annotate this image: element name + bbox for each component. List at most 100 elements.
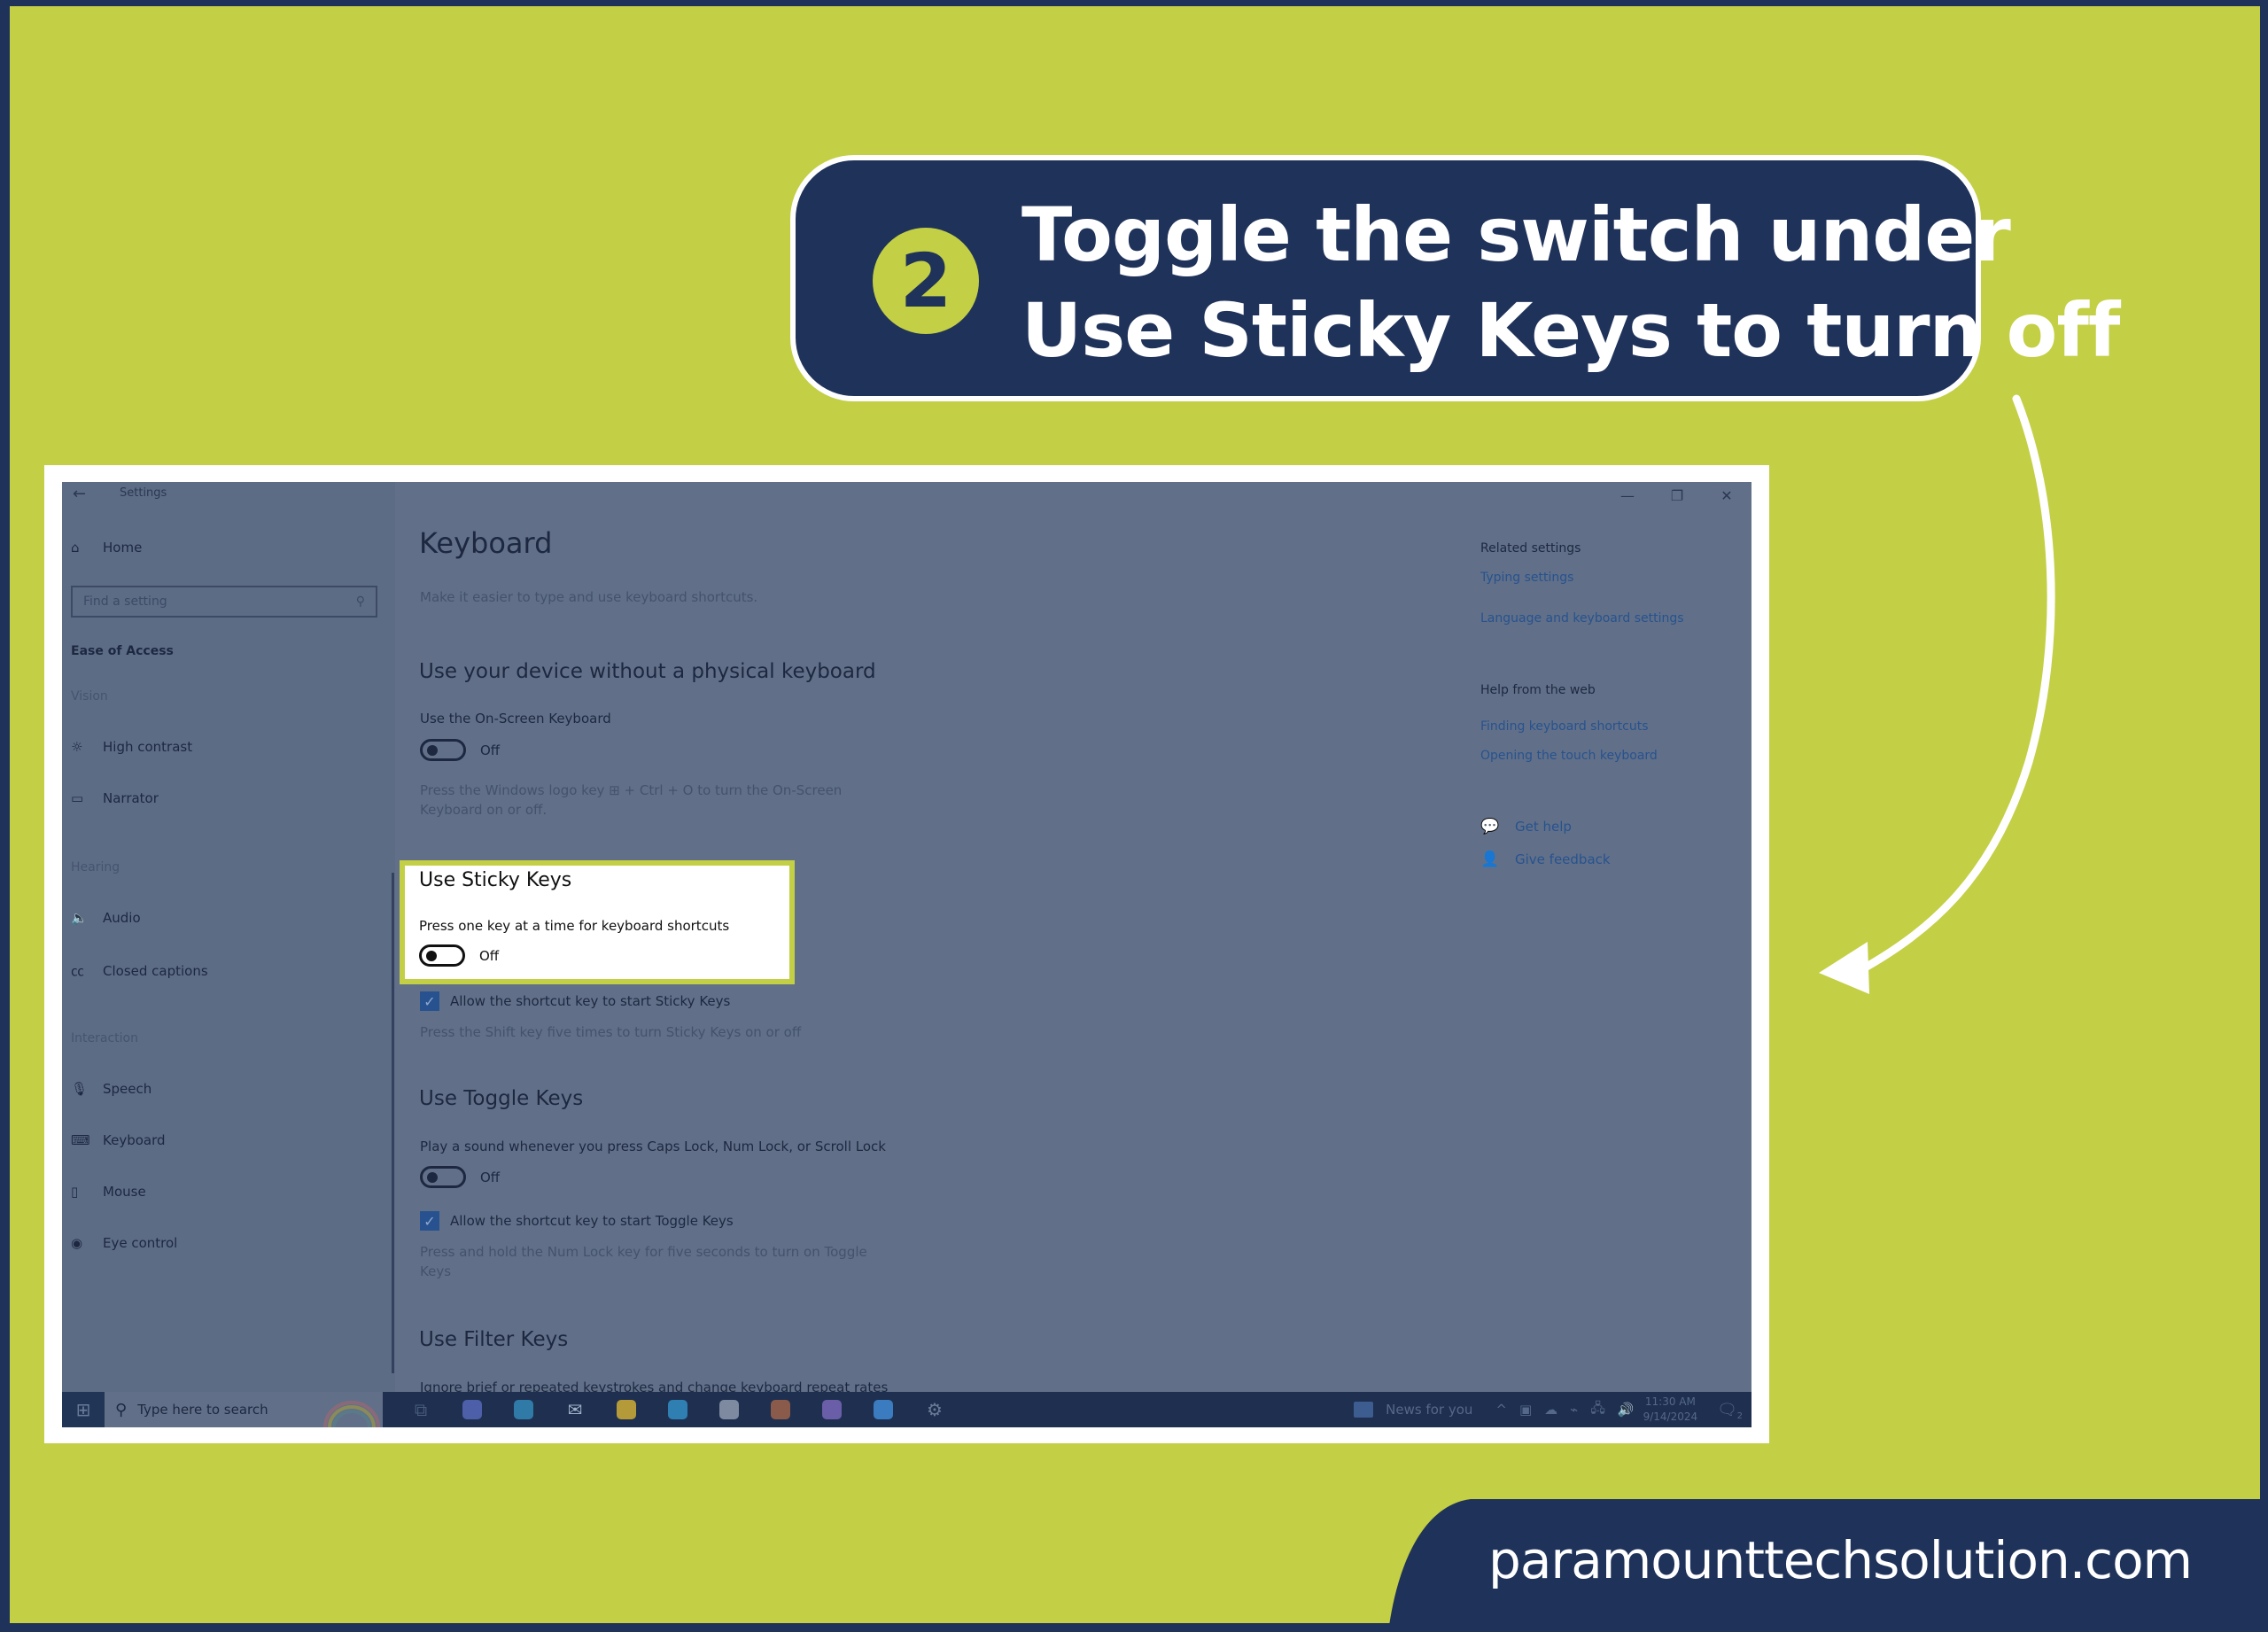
sidebar-item-eye-control[interactable]: ◉ Eye control — [71, 1235, 177, 1251]
osk-toggle-switch[interactable] — [420, 739, 466, 761]
taskbar-app-mail[interactable]: ✉ — [549, 1392, 601, 1427]
taskbar-app-file-explorer[interactable] — [601, 1392, 652, 1427]
taskbar-app-task-view[interactable]: ⧉ — [395, 1392, 447, 1427]
eye-control-icon: ◉ — [71, 1235, 83, 1251]
group-heading-interaction: Interaction — [71, 1031, 138, 1045]
sidebar-item-label: Speech — [103, 1081, 152, 1097]
give-feedback-link[interactable]: 👤 Give feedback — [1480, 851, 1611, 868]
osk-help-text: Press the Windows logo key ⊞ + Ctrl + O … — [420, 782, 843, 818]
arrow-head-icon — [1819, 942, 1869, 994]
instruction-callout: 2 Toggle the switch under Use Sticky Key… — [790, 155, 2120, 401]
finding-shortcuts-link[interactable]: Finding keyboard shortcuts — [1480, 719, 1649, 734]
typing-settings-link[interactable]: Typing settings — [1480, 571, 1573, 585]
taskbar-app-app-brain[interactable] — [703, 1392, 755, 1427]
sticky-help-text: Press the Shift key five times to turn S… — [420, 1024, 802, 1040]
search-icon: ⚲ — [355, 595, 365, 609]
tray-icons: ^ ▣ ☁ ⌁ 🖧 🔊 — [1495, 1399, 1634, 1421]
taskbar: ⊞ ⚲ Type here to search ⧉ ✉ ⚙ News for you… — [62, 1392, 1751, 1427]
sidebar-item-label: High contrast — [103, 739, 193, 755]
sidebar-item-home[interactable]: ⌂ Home — [71, 540, 142, 556]
find-setting-input[interactable]: Find a setting ⚲ — [71, 586, 377, 618]
group-heading-vision: Vision — [71, 689, 108, 703]
back-arrow-icon[interactable]: ← — [73, 485, 86, 503]
taskbar-app-chrome[interactable] — [755, 1392, 806, 1427]
sidebar-item-keyboard[interactable]: ⌨ Keyboard — [71, 1132, 166, 1148]
sidebar-item-label: Home — [103, 540, 143, 556]
news-icon — [1354, 1402, 1374, 1418]
step-number-badge: 2 — [873, 228, 979, 334]
sticky-keys-toggle-switch[interactable] — [419, 944, 465, 967]
app-brain-icon — [719, 1400, 739, 1419]
get-help-icon: 💬 — [1480, 818, 1500, 835]
sticky-keys-toggle-row: Off — [419, 944, 499, 967]
section-title-toggle-keys: Use Toggle Keys — [419, 1087, 584, 1110]
taskbar-search-placeholder: Type here to search — [137, 1402, 268, 1418]
help-from-web-heading: Help from the web — [1480, 683, 1596, 697]
sidebar-item-label: Audio — [103, 910, 141, 926]
taskbar-app-skype[interactable] — [652, 1392, 703, 1427]
get-help-link[interactable]: 💬 Get help — [1480, 818, 1572, 835]
sidebar-item-high-contrast[interactable]: ☼ High contrast — [71, 739, 192, 755]
tray-icon-3[interactable]: ⌁ — [1570, 1402, 1578, 1418]
tray-icon-2[interactable]: ☁ — [1544, 1402, 1557, 1418]
toggle-shortcut-checkbox[interactable]: ✓ — [420, 1211, 439, 1231]
sidebar-item-label: Mouse — [103, 1184, 146, 1200]
tray-icon-0[interactable]: ^ — [1495, 1402, 1507, 1418]
sticky-keys-toggle-state: Off — [479, 947, 500, 964]
sidebar-item-mouse[interactable]: ▯ Mouse — [71, 1184, 146, 1200]
toggle-keys-help-text: Press and hold the Num Lock key for five… — [420, 1244, 867, 1279]
copilot-icon — [462, 1400, 482, 1419]
sidebar-item-closed-captions[interactable]: ㏄ Closed captions — [71, 961, 208, 980]
sticky-shortcut-label: Allow the shortcut key to start Sticky K… — [450, 993, 731, 1009]
news-widget[interactable]: News for you — [1354, 1402, 1472, 1418]
get-help-label: Get help — [1515, 819, 1572, 835]
feedback-icon: 👤 — [1480, 851, 1500, 868]
sticky-shortcut-checkbox[interactable]: ✓ — [420, 991, 439, 1011]
sticky-keys-label: Press one key at a time for keyboard sho… — [419, 918, 730, 934]
sidebar-item-label: Eye control — [103, 1235, 178, 1251]
sidebar-item-label: Keyboard — [103, 1132, 166, 1148]
file-explorer-icon — [617, 1400, 636, 1419]
toggle-keys-toggle-row: Off — [420, 1166, 500, 1188]
taskbar-app-edge[interactable] — [498, 1392, 549, 1427]
toggle-shortcut-checkbox-row[interactable]: ✓ Allow the shortcut key to start Toggle… — [420, 1211, 734, 1231]
sidebar-item-narrator[interactable]: ▭ Narrator — [71, 790, 159, 806]
instruction-text: Toggle the switch under Use Sticky Keys … — [1021, 187, 2120, 378]
tray-icon-1[interactable]: ▣ — [1519, 1402, 1532, 1418]
opening-touch-keyboard-link[interactable]: Opening the touch keyboard — [1480, 749, 1658, 763]
system-tray: News for you ^ ▣ ☁ ⌁ 🖧 🔊 11:30 AM 9/14/2024 🗨… — [1354, 1392, 1751, 1427]
notification-count: 2 — [1736, 1411, 1743, 1421]
photos-icon — [874, 1400, 893, 1419]
language-keyboard-settings-link[interactable]: Language and keyboard settings — [1480, 611, 1684, 626]
sidebar: ← Settings ⌂ Home Find a setting ⚲ Ease … — [62, 482, 395, 1392]
notification-center-button[interactable]: 🗨 2 — [1717, 1401, 1743, 1421]
instruction-line-2: Use Sticky Keys to turn off — [1021, 287, 2120, 374]
task-view-icon: ⧉ — [414, 1399, 428, 1420]
taskbar-search-box[interactable]: ⚲ Type here to search — [105, 1392, 383, 1427]
edge-icon — [514, 1400, 533, 1419]
content-scrollbar[interactable] — [392, 873, 394, 1373]
toggle-keys-toggle-switch[interactable] — [420, 1166, 466, 1188]
sticky-shortcut-checkbox-row[interactable]: ✓ Allow the shortcut key to start Sticky… — [420, 991, 730, 1011]
taskbar-app-photos[interactable] — [858, 1392, 909, 1427]
instruction-line-1: Toggle the switch under — [1021, 191, 2011, 278]
start-button[interactable]: ⊞ — [62, 1392, 105, 1427]
closed-captions-icon: ㏄ — [71, 963, 85, 979]
taskbar-app-settings[interactable]: ⚙ — [909, 1392, 960, 1427]
tray-icon-4[interactable]: 🖧 — [1590, 1399, 1605, 1421]
taskbar-app-copilot[interactable] — [447, 1392, 498, 1427]
microphone-icon: 🎙 — [71, 1081, 89, 1097]
page-subtitle: Make it easier to type and use keyboard … — [420, 589, 758, 605]
sticky-keys-highlight: Use Sticky Keys Press one key at a time … — [400, 860, 795, 984]
website-url[interactable]: paramounttechsolution.com — [1488, 1530, 2193, 1590]
taskbar-app-app-drop[interactable] — [806, 1392, 858, 1427]
taskbar-apps: ⧉ ✉ ⚙ — [395, 1392, 960, 1427]
tray-icon-5[interactable]: 🔊 — [1618, 1402, 1635, 1418]
audio-icon: 🔈 — [71, 910, 88, 926]
sidebar-item-speech[interactable]: 🎙 Speech — [71, 1081, 151, 1097]
sidebar-item-audio[interactable]: 🔈 Audio — [71, 910, 141, 926]
clock[interactable]: 11:30 AM 9/14/2024 — [1643, 1395, 1698, 1425]
give-feedback-label: Give feedback — [1515, 851, 1611, 867]
section-title-sticky-keys: Use Sticky Keys — [419, 869, 572, 891]
osk-toggle-state: Off — [480, 742, 501, 758]
